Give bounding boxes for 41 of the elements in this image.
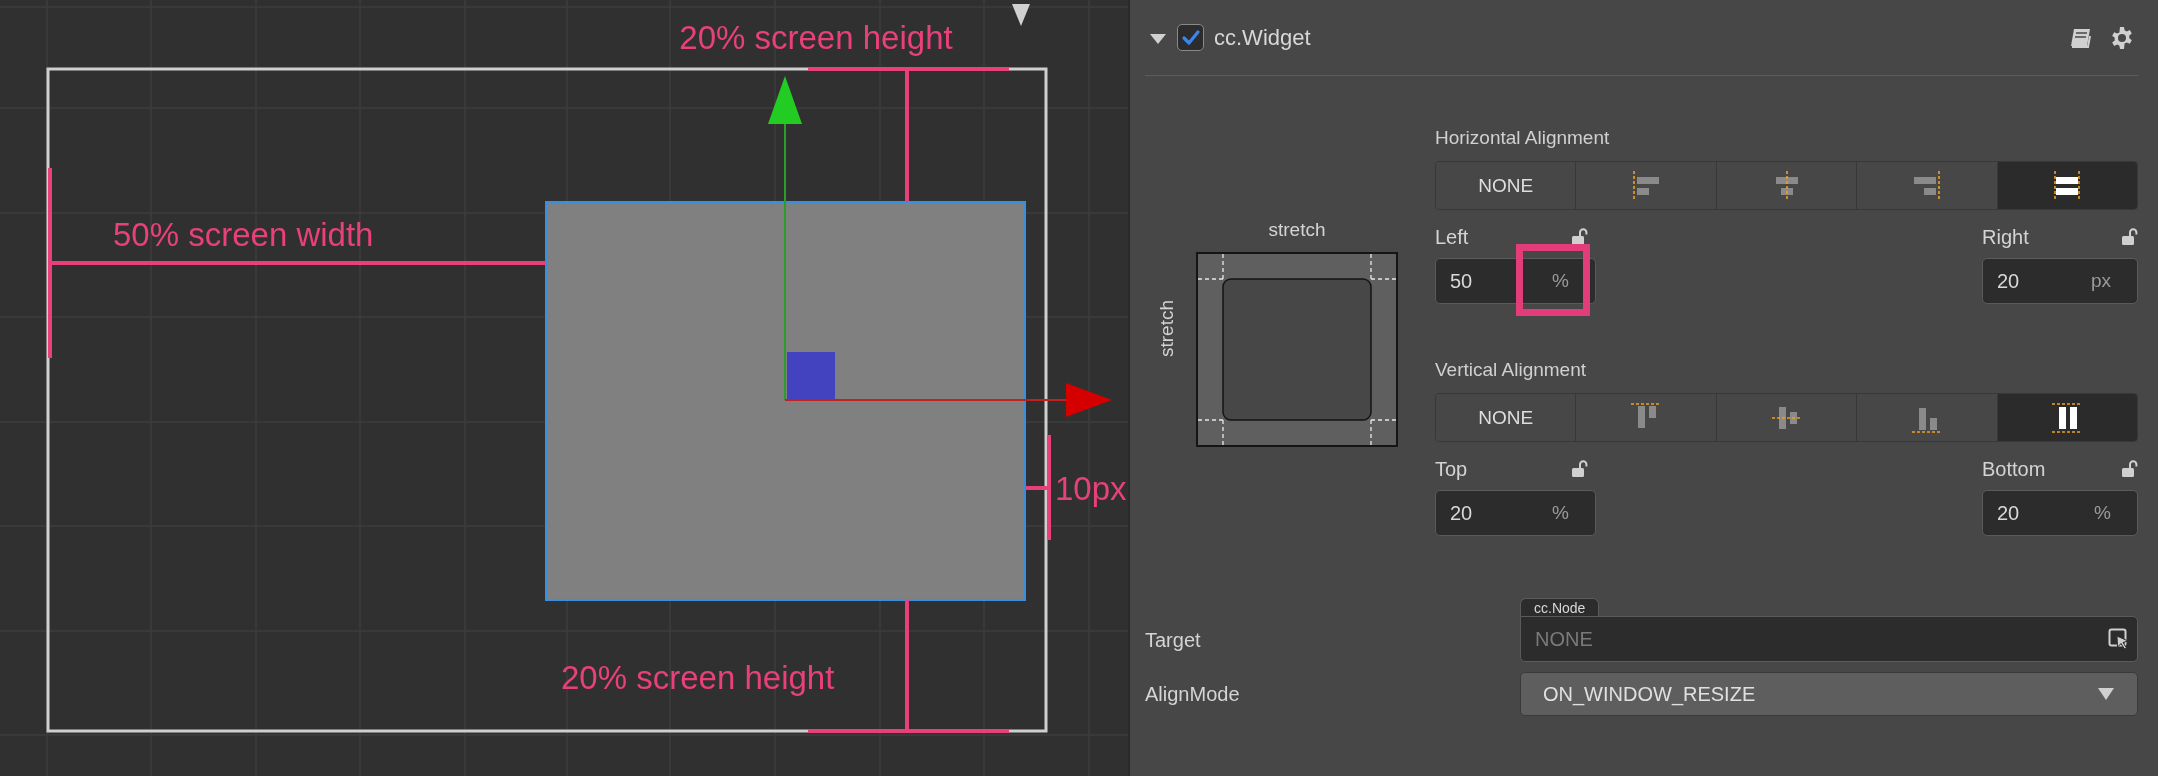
alignment-option[interactable] [1997, 394, 2137, 441]
dimension-label: 20% screen height [561, 659, 835, 696]
type-tag: cc.Node [1520, 598, 1600, 616]
section-label: Vertical Alignment [1435, 358, 1588, 382]
picker-icon[interactable] [2108, 628, 2130, 650]
anchor-handle[interactable] [787, 352, 835, 400]
field-label: Left [1435, 225, 1469, 250]
number-field[interactable]: 20 px [1982, 258, 2138, 304]
sprite-node[interactable] [545, 201, 1026, 601]
alignment-option[interactable]: NONE [1436, 394, 1577, 441]
align-mode-dropdown[interactable]: ON_WINDOW_RESIZE [1520, 672, 2138, 716]
x-axis-arrow[interactable] [784, 383, 1112, 417]
section-label: Horizontal Alignment [1435, 126, 1611, 150]
stretch-label: stretch [1268, 218, 1326, 242]
property-label: Target [1145, 628, 1202, 653]
alignment-option[interactable] [1997, 162, 2137, 209]
dimension-label: 10px [1055, 470, 1127, 507]
property-label: AlignMode [1145, 682, 1241, 707]
number-field[interactable]: 20 % [1435, 490, 1596, 536]
lock-icon[interactable] [1570, 460, 1588, 478]
marker-icon [1012, 4, 1030, 26]
number-field[interactable]: 50 % [1435, 258, 1596, 304]
caret-icon [2097, 687, 2115, 701]
alignment-option[interactable]: NONE [1436, 162, 1577, 209]
dimension-label: 20% screen height [679, 19, 953, 56]
field-label: Right [1982, 225, 2029, 250]
field-label: Bottom [1982, 457, 2046, 482]
stretch-label: stretch [1155, 300, 1178, 358]
number-field[interactable]: 20 % [1982, 490, 2138, 536]
field-label: Top [1435, 457, 1468, 482]
lock-icon[interactable] [2120, 228, 2138, 246]
settings-icon[interactable] [2110, 25, 2134, 50]
collapse-caret-icon[interactable] [1150, 33, 1166, 44]
target-field[interactable]: NONE [1520, 616, 2138, 662]
lock-icon[interactable] [2120, 460, 2138, 478]
y-axis-arrow[interactable] [768, 76, 802, 401]
dimension-label: 50% screen width [113, 216, 374, 253]
lock-icon[interactable] [1570, 228, 1588, 246]
component-title: cc.Widget [1214, 24, 1311, 51]
checkmark-icon [1180, 27, 1201, 48]
enable-checkbox[interactable] [1177, 24, 1204, 51]
